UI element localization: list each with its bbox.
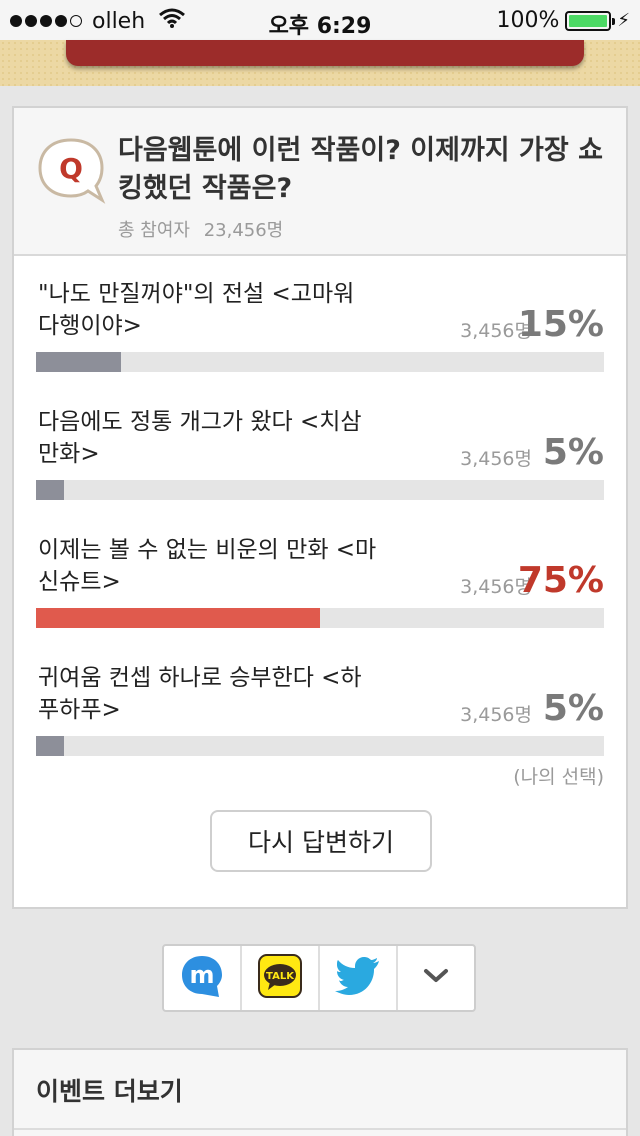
events-divider	[14, 1128, 626, 1130]
battery-icon	[565, 10, 616, 31]
svg-text:m: m	[189, 961, 214, 989]
poll-option-3[interactable]: 이제는 볼 수 없는 비운의 만화 <마신슈트> 3,456명 75%	[14, 514, 626, 642]
share-bar: m TALK	[162, 944, 476, 1012]
option-percent: 15%	[517, 304, 604, 345]
header-band	[0, 40, 640, 86]
participants-count: 23,456명	[203, 220, 284, 241]
mypeople-icon: m	[179, 953, 225, 1003]
kakaotalk-label: TALK	[266, 971, 295, 982]
option-bar-fill	[36, 352, 122, 372]
option-text: 귀여움 컨셉 하나로 승부한다 <하푸하푸>	[38, 665, 362, 723]
option-bar	[36, 480, 604, 500]
option-count: 3,456명	[460, 448, 532, 470]
poll-option-4[interactable]: 귀여움 컨셉 하나로 승부한다 <하푸하푸> 3,456명 5%	[14, 642, 626, 770]
option-bar-fill	[36, 608, 320, 628]
events-title: 이벤트 더보기	[36, 1077, 183, 1106]
option-percent: 75%	[517, 560, 604, 601]
battery-percent: 100%	[496, 8, 560, 33]
twitter-icon	[335, 956, 381, 1000]
share-more-button[interactable]	[398, 946, 474, 1010]
option-text: 이제는 볼 수 없는 비운의 만화 <마신슈트>	[38, 537, 377, 595]
reanswer-button[interactable]: 다시 답변하기	[210, 810, 432, 872]
status-right: 100% ⚡	[496, 8, 630, 33]
option-text: "나도 만질꺼야"의 전설 <고마워 다행이야>	[38, 281, 355, 339]
share-kakaotalk-button[interactable]: TALK	[242, 946, 320, 1010]
option-bar	[36, 608, 604, 628]
option-percent: 5%	[542, 688, 604, 729]
participants: 총 참여자 23,456명	[118, 216, 291, 242]
charging-icon: ⚡	[617, 10, 630, 31]
status-bar: olleh 오후 6:29 100% ⚡	[0, 0, 640, 40]
question-header: Q 다음웹툰에 이런 작품이? 이제까지 가장 쇼킹했던 작품은? 총 참여자 …	[14, 108, 626, 256]
option-bar	[36, 352, 604, 372]
option-bar-fill	[36, 480, 65, 500]
header-tab	[66, 40, 584, 66]
option-text: 다음에도 정통 개그가 왔다 <치삼 만화>	[38, 409, 362, 467]
chevron-down-icon	[423, 968, 449, 988]
option-percent: 5%	[542, 432, 604, 473]
kakaotalk-icon: TALK	[258, 954, 302, 1002]
poll-option-2[interactable]: 다음에도 정통 개그가 왔다 <치삼 만화> 3,456명 5%	[14, 386, 626, 514]
question-badge-letter: Q	[59, 152, 83, 185]
question-title: 다음웹툰에 이런 작품이? 이제까지 가장 쇼킹했던 작품은?	[118, 135, 603, 204]
poll-option-1[interactable]: "나도 만질꺼야"의 전설 <고마워 다행이야> 3,456명 15%	[14, 258, 626, 386]
question-badge-icon: Q	[34, 134, 108, 208]
events-card[interactable]: 이벤트 더보기	[12, 1048, 628, 1136]
participants-label: 총 참여자	[118, 220, 190, 241]
share-mypeople-button[interactable]: m	[164, 946, 242, 1010]
my-choice-label: (나의 선택)	[513, 766, 604, 788]
poll-card: Q 다음웹툰에 이런 작품이? 이제까지 가장 쇼킹했던 작품은? 총 참여자 …	[12, 106, 628, 909]
share-twitter-button[interactable]	[320, 946, 398, 1010]
option-bar-fill	[36, 736, 65, 756]
option-count: 3,456명	[460, 704, 532, 726]
option-bar	[36, 736, 604, 756]
